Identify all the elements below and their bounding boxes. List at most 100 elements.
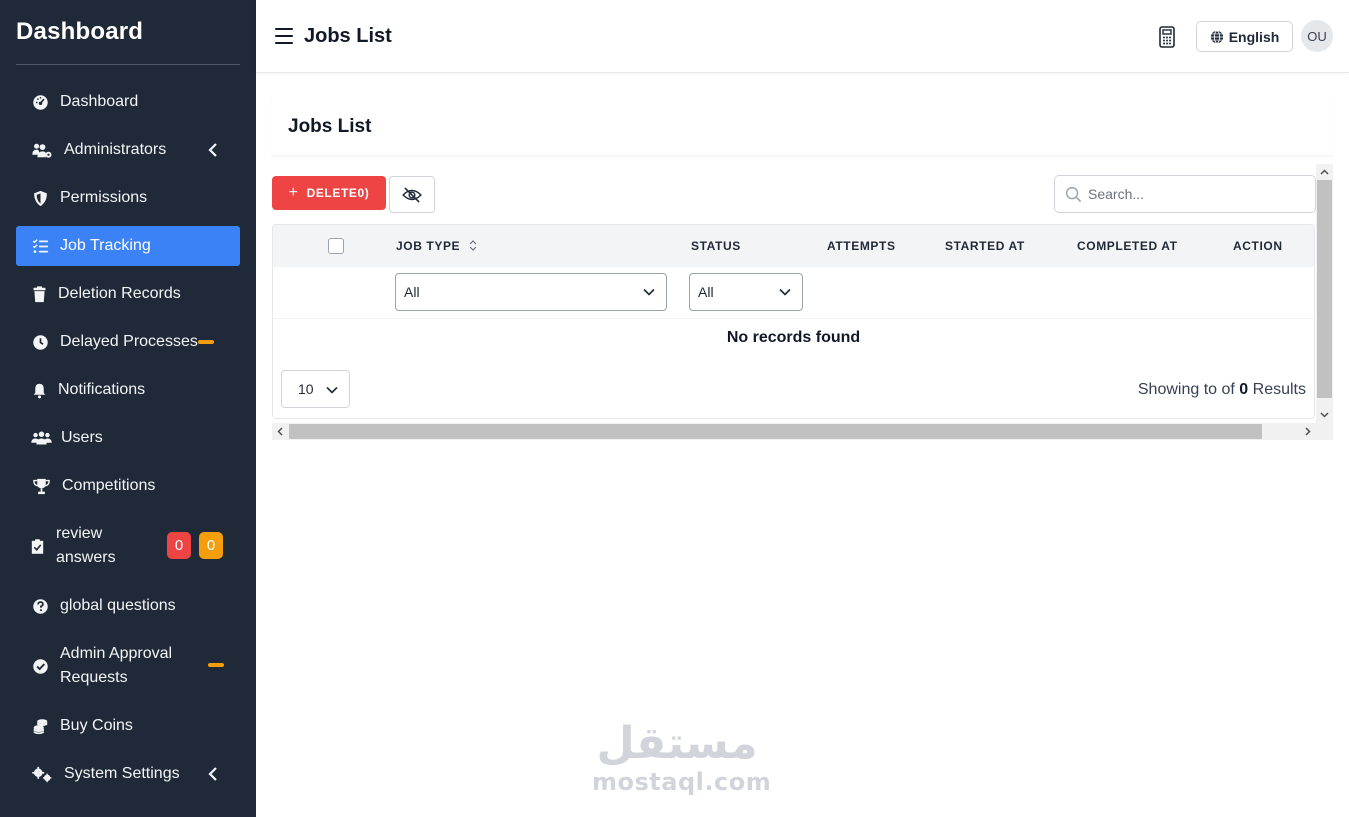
sidebar: Dashboard Dashboard Administrators Permi… (0, 0, 256, 817)
search-input[interactable] (1088, 186, 1288, 202)
scroll-down-arrow-icon[interactable] (1320, 410, 1329, 419)
user-avatar[interactable]: OU (1301, 20, 1333, 52)
clipboard-check-icon (30, 536, 44, 556)
question-circle-icon (30, 596, 50, 616)
chevron-left-icon (208, 766, 218, 782)
page-title: Jobs List (304, 25, 392, 47)
sidebar-item-label: global questions (60, 597, 176, 614)
chevron-down-icon (326, 386, 338, 394)
job-type-filter-value: All (404, 284, 420, 300)
empty-state-message: No records found (726, 329, 861, 346)
trophy-icon (30, 476, 52, 496)
sidebar-item-label: Job Tracking (60, 237, 151, 254)
results-prefix: Showing to of (1137, 381, 1235, 398)
sidebar-item-review-answers[interactable]: review answers 0 0 (16, 518, 240, 574)
sidebar-item-label: Admin Approval Requests (60, 645, 173, 686)
sidebar-item-competitions[interactable]: Competitions (16, 466, 240, 506)
clock-icon (30, 332, 50, 352)
sidebar-item-dashboard[interactable]: Dashboard (16, 82, 240, 122)
indicator-dash (208, 663, 224, 667)
horizontal-scrollbar[interactable] (272, 423, 1333, 440)
sidebar-item-deletion-records[interactable]: Deletion Records (16, 274, 240, 314)
sidebar-divider (16, 64, 240, 65)
top-header: Jobs List English OU (256, 0, 1349, 73)
scroll-up-arrow-icon[interactable] (1320, 168, 1329, 177)
filter-row: All All (273, 267, 1314, 319)
review-badge-red: 0 (167, 532, 191, 559)
sidebar-item-users[interactable]: Users (16, 418, 240, 458)
sidebar-item-permissions[interactable]: Permissions (16, 178, 240, 218)
column-job-type[interactable]: JOB TYPE (396, 239, 477, 253)
gears-icon (30, 764, 54, 784)
column-completed-at: COMPLETED AT (1077, 239, 1178, 253)
bell-icon (30, 380, 48, 400)
gauge-icon (30, 92, 50, 112)
card-title: Jobs List (288, 116, 372, 137)
language-label: English (1228, 28, 1280, 45)
sidebar-item-label: Users (61, 429, 103, 446)
column-started-at: STARTED AT (945, 239, 1025, 253)
sidebar-item-job-tracking[interactable]: Job Tracking (16, 226, 240, 266)
sidebar-item-label: Dashboard (60, 93, 139, 110)
language-switcher[interactable]: English (1196, 21, 1293, 52)
horizontal-scroll-thumb[interactable] (289, 424, 1262, 439)
coins-icon (30, 716, 50, 736)
delete-button-label: DELETE0) (306, 186, 370, 200)
users-gear-icon (30, 140, 54, 160)
globe-icon (1210, 29, 1223, 44)
select-all-checkbox[interactable] (328, 238, 344, 254)
per-page-select[interactable]: 10 (281, 370, 350, 408)
scroll-left-arrow-icon[interactable] (276, 427, 285, 436)
sidebar-item-delayed-processes[interactable]: Delayed Processes (16, 322, 240, 362)
sidebar-item-label: Notifications (58, 381, 146, 398)
sidebar-item-notifications[interactable]: Notifications (16, 370, 240, 410)
trash-icon (30, 284, 48, 304)
watermark-arabic: مستقل (596, 718, 758, 769)
column-status: STATUS (691, 239, 741, 253)
job-type-filter[interactable]: All (395, 273, 667, 311)
column-attempts: ATTEMPTS (827, 239, 896, 253)
sidebar-item-buy-coins[interactable]: Buy Coins (16, 706, 240, 746)
status-filter[interactable]: All (689, 273, 803, 311)
chevron-down-icon (643, 288, 655, 296)
sidebar-item-admin-approval-requests[interactable]: Admin Approval Requests (16, 638, 240, 694)
shield-icon (30, 188, 50, 208)
scroll-right-arrow-icon[interactable] (1303, 427, 1312, 436)
status-filter-value: All (698, 284, 714, 300)
chevron-down-icon (779, 288, 791, 296)
sidebar-item-label: Delayed Processes (60, 333, 198, 350)
sidebar-item-label: Buy Coins (60, 717, 133, 734)
sidebar-item-administrators[interactable]: Administrators (16, 130, 240, 170)
sidebar-item-system-settings[interactable]: System Settings (16, 754, 240, 794)
sidebar-item-label: Administrators (64, 141, 167, 158)
list-check-icon (30, 236, 50, 256)
card-header: Jobs List (272, 96, 1333, 156)
chevron-left-icon (208, 142, 218, 158)
sidebar-brand[interactable]: Dashboard (16, 18, 143, 46)
plus-icon: + (288, 184, 299, 201)
search-box[interactable] (1054, 175, 1316, 213)
results-count: 0 (1239, 381, 1249, 398)
column-job-type-label: JOB TYPE (396, 239, 461, 253)
calculator-icon[interactable] (1158, 26, 1176, 48)
review-badge-amber: 0 (199, 532, 223, 559)
indicator-dash (198, 340, 214, 344)
jobs-table: JOB TYPE STATUS ATTEMPTS STARTED AT COMP… (272, 224, 1315, 419)
results-suffix: Results (1252, 381, 1306, 398)
delete-button[interactable]: + DELETE0) (272, 176, 386, 210)
sidebar-item-global-questions[interactable]: global questions (16, 586, 240, 626)
sidebar-item-label: review answers (56, 525, 116, 566)
sort-icon (469, 240, 477, 251)
vertical-scroll-thumb[interactable] (1317, 180, 1332, 398)
watermark-latin: mostaql.com (592, 768, 772, 796)
toggle-columns-button[interactable] (389, 176, 435, 213)
sidebar-item-label: Deletion Records (58, 285, 181, 302)
column-action: ACTION (1233, 239, 1283, 253)
per-page-value: 10 (298, 381, 314, 397)
check-circle-icon (30, 656, 50, 676)
vertical-scrollbar[interactable] (1316, 164, 1333, 423)
table-header: JOB TYPE STATUS ATTEMPTS STARTED AT COMP… (273, 225, 1314, 267)
search-icon (1065, 186, 1082, 202)
menu-toggle-icon[interactable] (275, 28, 293, 44)
sidebar-item-label: Competitions (62, 477, 156, 494)
